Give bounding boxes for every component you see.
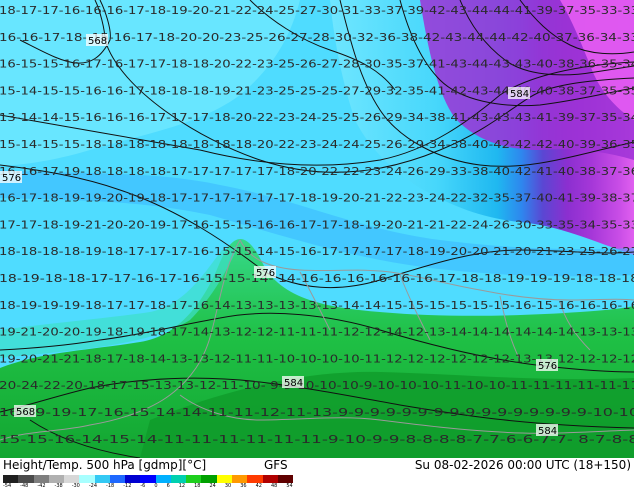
colorbar-segment bbox=[33, 475, 49, 483]
temperature-row: 16-17-18-19-19-20-19-18-17-17-17-17-17-1… bbox=[0, 193, 634, 205]
contour-label: 584 bbox=[508, 87, 530, 100]
model-name: GFS bbox=[264, 458, 288, 472]
map-title: Height/Temp. 500 hPa [gdmp][°C] bbox=[3, 458, 207, 472]
contour-label: 584 bbox=[282, 376, 304, 389]
temperature-row: 16-19-19-17-16-15-14-14-11-11-12-11-13-9… bbox=[0, 407, 634, 419]
colorbar-segment bbox=[3, 475, 19, 483]
svg-text:584: 584 bbox=[510, 89, 529, 100]
colorbar-segment bbox=[94, 475, 110, 483]
map-footer: Height/Temp. 500 hPa [gdmp][°C] GFS Su 0… bbox=[0, 458, 634, 490]
colorbar-labels: -54 -48 -42 -38 -30 -24 -18 -12 -6 0 6 12 18 24 30 36 42… bbox=[3, 483, 293, 490]
temperature-row: 16-15-15-16-17-16-17-17-18-18-20-22-23-2… bbox=[0, 59, 634, 71]
contour-label: 584 bbox=[536, 424, 558, 437]
temperature-row: 18-17-17-16-16-16-17-18-19-20-21-22-24-2… bbox=[0, 5, 634, 17]
svg-text:576: 576 bbox=[2, 173, 21, 184]
colorbar-label: 48 bbox=[271, 483, 278, 489]
temperature-row: 18-19-19-19-18-17-17-18-17-16-14-13-13-1… bbox=[0, 300, 634, 312]
temperature-colorbar bbox=[3, 475, 294, 483]
colorbar-label: 12 bbox=[178, 483, 186, 489]
colorbar-label: -24 bbox=[88, 483, 98, 489]
colorbar-label: 24 bbox=[209, 483, 216, 489]
colorbar-segment bbox=[48, 475, 65, 483]
colorbar-label: -54 bbox=[3, 483, 12, 489]
svg-text:584: 584 bbox=[284, 378, 303, 389]
colorbar-label: 42 bbox=[255, 483, 262, 489]
colorbar-segment bbox=[125, 475, 141, 483]
colorbar-segment bbox=[155, 475, 171, 483]
svg-text:576: 576 bbox=[538, 361, 557, 372]
colorbar-segment bbox=[18, 475, 34, 483]
contour-label: 576 bbox=[254, 266, 276, 279]
colorbar-label: 36 bbox=[240, 483, 247, 489]
svg-text:568: 568 bbox=[88, 36, 107, 47]
weather-map: 18-17-17-16-16-16-17-18-19-20-21-22-24-2… bbox=[0, 0, 634, 458]
colorbar-segment bbox=[79, 475, 95, 483]
temperature-row: 16-16-17-19-18-18-18-18-17-17-17-17-17-1… bbox=[0, 166, 634, 178]
colorbar-label: -48 bbox=[20, 483, 29, 489]
colorbar-segment bbox=[64, 475, 80, 483]
temperature-row: 17-17-18-19-21-20-20-19-17-16-15-15-16-1… bbox=[0, 219, 634, 231]
temperature-row: 15-14-15-15-18-18-18-18-18-18-18-18-20-2… bbox=[0, 139, 634, 151]
colorbar-label: 54 bbox=[286, 483, 293, 489]
valid-time: Su 08-02-2026 00:00 UTC (18+150) bbox=[414, 458, 631, 472]
colorbar-segment bbox=[201, 475, 217, 483]
svg-text:568: 568 bbox=[16, 407, 35, 418]
colorbar-label: 0 bbox=[154, 483, 158, 489]
contour-label: 576 bbox=[536, 359, 558, 372]
temperature-row: 19-21-20-20-19-18-19-18-17-14-13-12-12-1… bbox=[0, 327, 634, 339]
svg-text:576: 576 bbox=[256, 268, 275, 279]
colorbar-segment bbox=[170, 475, 187, 483]
colorbar-label: -42 bbox=[37, 483, 46, 489]
temperature-row: 18-19-18-18-17-17-16-17-16-15-15-14- 14-… bbox=[0, 273, 634, 285]
colorbar-label: -38 bbox=[54, 483, 63, 489]
colorbar-label: 30 bbox=[224, 483, 232, 489]
colorbar-label: 18 bbox=[194, 483, 201, 489]
temperature-row: 15-14-15-15-16-16-17-18-18-18-19-21-23-2… bbox=[0, 85, 634, 97]
colorbar-segment bbox=[231, 475, 248, 483]
colorbar-label: 6 bbox=[166, 483, 170, 489]
temperature-row: 20-24-22-20-18-17-15-13-13-12-11-10- 9-9… bbox=[0, 380, 634, 392]
contour-label: 568 bbox=[86, 34, 108, 47]
contour-label: 568 bbox=[14, 405, 36, 418]
colorbar-segment bbox=[216, 475, 232, 483]
map-canvas: 18-17-17-16-16-16-17-18-19-20-21-22-24-2… bbox=[0, 0, 634, 458]
svg-text:584: 584 bbox=[538, 426, 557, 437]
temperature-row: 13-14-14-15-16-16-16-17-17-17-18-20-22-2… bbox=[0, 112, 634, 124]
colorbar-segment bbox=[277, 475, 294, 483]
colorbar-segment bbox=[186, 475, 202, 483]
colorbar-label: -30 bbox=[71, 483, 80, 489]
contour-label: 576 bbox=[0, 171, 22, 184]
colorbar-segment bbox=[262, 475, 278, 483]
colorbar-label: -6 bbox=[140, 483, 146, 489]
colorbar-segment bbox=[247, 475, 263, 483]
colorbar-label: -12 bbox=[123, 483, 132, 489]
colorbar-label: -18 bbox=[106, 483, 115, 489]
colorbar-segment bbox=[140, 475, 156, 483]
temperature-row: 18-18-18-18-19-18-17-17-17-16-15-15-14-1… bbox=[0, 246, 634, 258]
colorbar-segment bbox=[109, 475, 126, 483]
